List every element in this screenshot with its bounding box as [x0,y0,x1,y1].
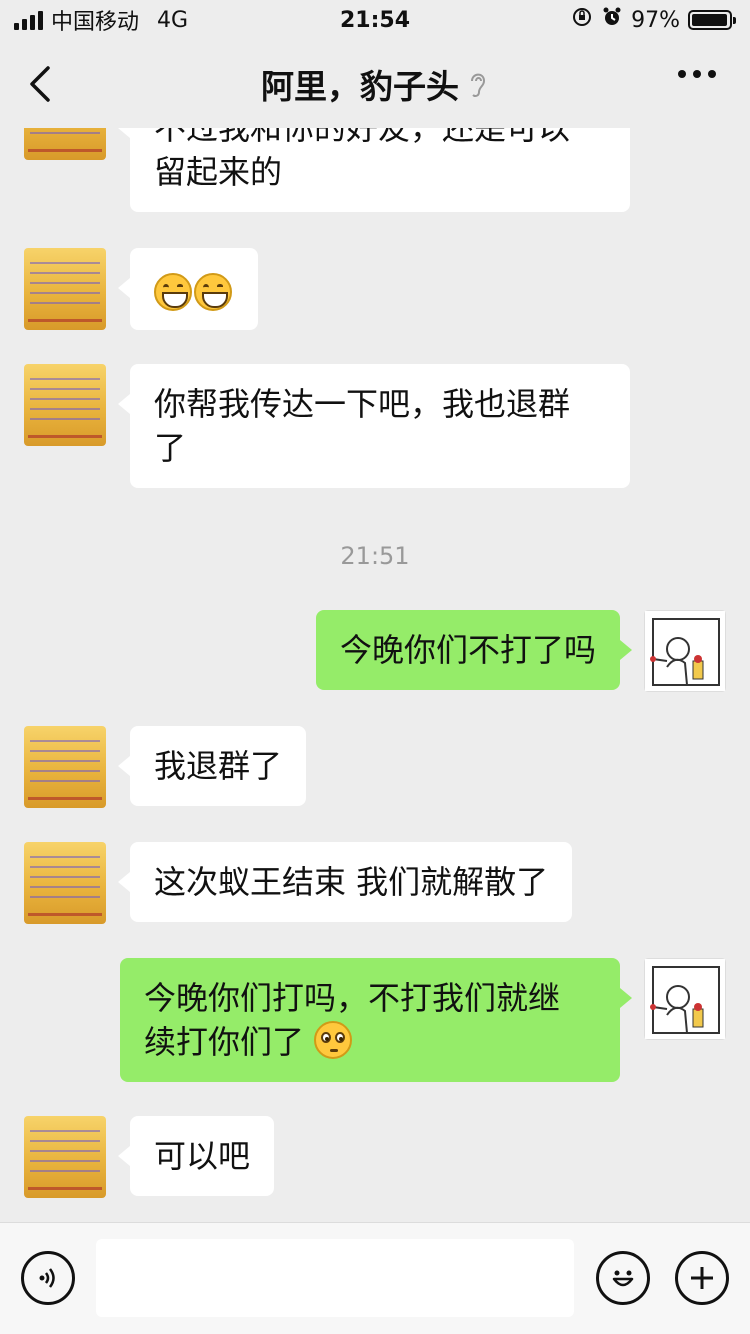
message-bubble[interactable]: 可以吧 [117,1116,275,1196]
voice-icon [39,1268,55,1288]
flushed-emoji-icon [314,1021,353,1059]
contact-avatar[interactable] [24,842,106,924]
message-timestamp: 21:51 [340,542,410,570]
message-text: 不过我和你的好友，还是可以 [154,128,571,147]
battery-percent: 97% [631,7,680,33]
status-left: 中国移动 4G [14,4,188,36]
message-text: 今晚你们不打了吗 [339,631,596,669]
contact-avatar[interactable] [24,1116,106,1198]
grin-emoji-icon [154,273,192,311]
carrier-label: 中国移动 [51,10,140,35]
contact-avatar[interactable] [24,128,106,160]
message-bubble[interactable]: 你帮我传达一下吧，我也退群 了 [118,364,630,488]
back-button[interactable] [26,62,66,106]
message-text: 留起来的 [154,153,283,191]
message-bubble[interactable]: 今晚你们打吗，不打我们就继 续打你们了 [120,958,632,1082]
battery-icon [688,10,736,30]
my-avatar[interactable] [644,958,726,1040]
message-text: 你帮我传达一下吧，我也退群 [154,385,571,423]
alarm-icon [601,6,623,34]
plus-icon [691,1267,713,1289]
my-avatar[interactable] [644,610,726,692]
network-label: 4G [157,7,189,33]
grin-emoji-icon [194,273,232,311]
contact-avatar[interactable] [24,248,106,330]
message-text: 这次蚁王结束 我们就解散了 [154,863,549,901]
ear-icon [471,73,486,97]
message-bubble[interactable]: 我退群了 [117,726,307,806]
status-bar: 中国移动 4G 21:54 97% [0,0,750,40]
plus-button[interactable] [675,1251,729,1305]
voice-button[interactable] [21,1251,75,1305]
message-bubble[interactable]: 不过我和你的好友，还是可以 留起来的 [118,128,630,212]
chat-header: 阿里，豹子头 [0,40,750,128]
rotation-lock-icon [571,6,593,34]
status-right: 97% [571,6,736,34]
chat-list[interactable]: 不过我和你的好友，还是可以 留起来的 你帮我传达一下吧，我也退群 了 21:51… [0,128,750,1222]
input-bar [0,1222,750,1334]
more-button[interactable] [678,70,716,78]
message-text: 续打你们了 [144,1023,305,1061]
message-bubble[interactable]: 今晚你们不打了吗 [315,610,633,690]
chat-title-text: 阿里，豹子头 [261,67,459,106]
message-bubble[interactable] [118,248,258,330]
contact-avatar[interactable] [24,364,106,446]
message-bubble[interactable]: 这次蚁王结束 我们就解散了 [117,842,573,922]
message-text: 我退群了 [154,747,283,785]
chat-title: 阿里，豹子头 [261,60,489,108]
signal-icon [14,10,43,30]
message-text: 了 [154,429,187,467]
more-dots-icon [678,70,686,78]
message-text: 可以吧 [154,1137,251,1175]
emoji-button[interactable] [596,1251,650,1305]
message-input[interactable] [96,1239,574,1317]
contact-avatar[interactable] [24,726,106,808]
chevron-left-icon [30,66,50,102]
emoji-icon [612,1270,634,1287]
message-text: 今晚你们打吗，不打我们就继 [144,979,561,1017]
